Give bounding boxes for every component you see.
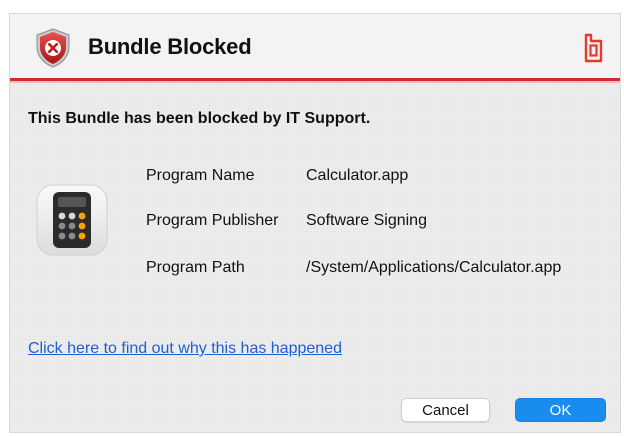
program-path-value: /System/Applications/Calculator.app [306,259,562,276]
dialog-titlebar: Bundle Blocked [10,14,620,78]
brand-logo-icon [584,33,603,63]
ok-button[interactable]: OK [515,398,606,422]
program-name-label: Program Name [146,167,255,184]
calculator-app-icon [36,184,108,256]
help-link[interactable]: Click here to find out why this has happ… [28,340,342,358]
dialog-title: Bundle Blocked [88,34,252,59]
program-publisher-value: Software Signing [306,212,427,229]
title-divider-shadow [10,81,620,83]
cancel-button[interactable]: Cancel [401,398,490,422]
blocked-message: This Bundle has been blocked by IT Suppo… [28,110,371,127]
bundle-blocked-dialog: Bundle Blocked This Bundle has been bloc… [10,14,620,432]
program-name-value: Calculator.app [306,167,409,184]
program-publisher-label: Program Publisher [146,212,279,229]
program-path-label: Program Path [146,259,245,276]
shield-x-icon [36,28,70,68]
